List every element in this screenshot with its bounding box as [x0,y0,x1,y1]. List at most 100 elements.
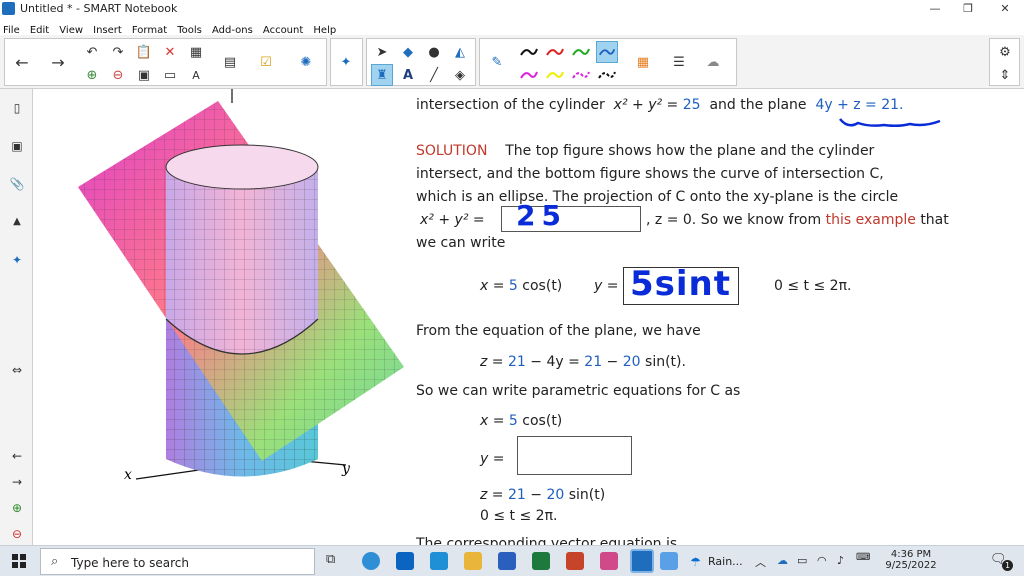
add-page-side-icon[interactable]: ⊕ [8,499,26,517]
pen-yellow-icon[interactable] [544,64,566,86]
lesson-activity-icon[interactable]: ✦ [335,51,357,73]
smart-notebook-taskbar-icon[interactable] [630,549,654,573]
excel-icon[interactable] [532,552,550,570]
clock-time: 4:36 PM [890,549,932,560]
example-link[interactable]: this example [826,212,916,228]
search-icon: ⌕ [51,554,59,569]
delete-icon[interactable]: ✕ [159,41,181,63]
windows-taskbar: ⌕ Type here to search ⧉ ☂ Rain... ︿ ☁ ▭ … [0,545,1024,576]
fill-effects-icon[interactable]: ☁ [702,51,724,73]
app-icon-pink[interactable] [600,552,618,570]
table-icon[interactable]: ▦ [185,41,207,63]
keyboard-icon[interactable]: ⌨ [856,552,870,563]
paint-bucket-icon[interactable]: ◭ [449,41,471,63]
toolbar-group-pens: ✎ ▦ ☰ ☁ [479,38,737,86]
wifi-icon[interactable]: ◠ [817,554,827,567]
forward-arrow-icon[interactable]: → [47,51,69,73]
handwritten-answer-2: 5sint [630,264,732,304]
network-icon[interactable]: ▭ [797,554,807,567]
paragraph-line-4: , z = 0. So we know from this example th… [646,212,949,228]
screen-shade-icon[interactable]: ▭ [159,64,181,86]
paragraph-line-1: SOLUTION The top figure shows how the pl… [416,143,875,159]
param-y-label: y = [480,451,505,467]
settings-gear-icon[interactable]: ⚙ [994,41,1016,63]
line-style-icon[interactable]: ☰ [668,51,690,73]
weather-text[interactable]: Rain... [708,555,743,568]
pen-tool-icon[interactable]: ✎ [486,51,508,73]
redo-icon[interactable]: ↷ [107,41,129,63]
next-page-icon[interactable]: → [8,473,26,491]
paragraph-line-7: So we can write parametric equations for… [416,383,741,399]
document-camera-icon[interactable]: ▤ [219,51,241,73]
delete-page-side-icon[interactable]: ⊖ [8,525,26,543]
window-title: Untitled * - SMART Notebook [20,2,178,15]
delete-page-icon[interactable]: ⊖ [107,64,129,86]
addons-tab-icon[interactable]: ✦ [8,251,26,269]
solution-label: SOLUTION [416,143,488,159]
z-equation: z = 21 − 4y = 21 − 20 sin(t). [480,354,686,370]
handwritten-underline [839,118,941,128]
app-icon-blue[interactable] [660,552,678,570]
show-hidden-icons[interactable]: ︿ [755,554,766,570]
eraser-icon[interactable]: ◈ [449,64,471,86]
paste-icon[interactable]: 📋 [133,41,155,63]
activity-builder-icon[interactable]: ☑ [255,51,277,73]
weather-icon[interactable]: ☂ [690,555,701,569]
back-arrow-icon[interactable]: ← [11,51,33,73]
edge-browser-icon[interactable] [362,552,380,570]
save-icon[interactable]: ▣ [133,64,155,86]
properties-icon[interactable]: ▲ [8,213,26,231]
y-axis-label: y [341,461,351,477]
pen-dashed-black-icon[interactable] [596,64,618,86]
pen-magenta-icon[interactable] [518,64,540,86]
side-tabs: ▯ ▣ 📎 ▲ ✦ ⇔ ← → ⊕ ⊖ [0,89,33,545]
attachments-icon[interactable]: 📎 [8,175,26,193]
powerpoint-icon[interactable] [566,552,584,570]
page-sorter-icon[interactable]: ▯ [8,99,26,117]
shapes-icon[interactable]: ◆ [397,41,419,63]
store-icon[interactable] [430,552,448,570]
text-format-icon[interactable]: A [185,64,207,86]
move-toolbar-icon[interactable]: ⇕ [994,64,1016,86]
task-view-icon[interactable]: ⧉ [326,552,344,570]
pen-dashed-magenta-icon[interactable] [570,64,592,86]
y-param-label: y = [594,278,619,294]
x-axis-label: x [124,467,132,483]
undo-icon[interactable]: ↶ [81,41,103,63]
text-tool-icon[interactable]: A [397,64,419,86]
onedrive-icon[interactable]: ☁ [777,554,788,567]
color-palette-icon[interactable]: ▦ [632,51,654,73]
pen-red-icon[interactable] [544,41,566,63]
windows-start-icon[interactable] [12,554,26,568]
addons-gear-icon[interactable]: ✺ [295,51,317,73]
fill-icon[interactable]: ● [423,41,445,63]
menu-bar: File Edit View Insert Format Tools Add-o… [0,18,1024,36]
outlook-icon[interactable] [396,552,414,570]
taskbar-search-box[interactable]: ⌕ Type here to search [40,548,315,575]
move-sidebar-icon[interactable]: ⇔ [8,361,26,379]
paragraph-line-3: which is an ellipse. The projection of C… [416,189,899,205]
pen-blue-icon[interactable] [596,41,618,63]
previous-page-icon[interactable]: ← [8,447,26,465]
add-page-icon[interactable]: ⊕ [81,64,103,86]
toolbar-group-lab: ✦ [330,38,363,86]
gallery-icon[interactable]: ▣ [8,137,26,155]
toolbar-group-main: ← → ↶ ↷ 📋 ✕ ▦ ⊕ ⊖ ▣ ▭ A ▤ ☑ ✺ [4,38,327,86]
circle-equation: x² + y² = [420,212,485,228]
answer-box-3[interactable] [517,436,632,475]
pen-black-icon[interactable] [518,41,540,63]
select-pointer-icon[interactable]: ➤ [371,41,393,63]
pen-green-icon[interactable] [570,41,592,63]
file-explorer-icon[interactable] [464,552,482,570]
minimize-button[interactable]: — [918,0,952,18]
paragraph-line-6: From the equation of the plane, we have [416,323,701,339]
word-icon[interactable] [498,552,516,570]
clock[interactable]: 4:36 PM 9/25/2022 [878,549,944,571]
line-tool-icon[interactable]: ╱ [423,64,445,86]
notification-count: 1 [1002,560,1013,571]
notebook-page[interactable]: x y intersection of the cylinder x² + y²… [34,89,1024,545]
close-button[interactable]: ✕ [988,0,1022,18]
measurement-tools-icon[interactable]: ♜ [371,64,393,86]
restore-button[interactable]: ❐ [951,0,985,18]
volume-icon[interactable]: ♪ [837,554,844,567]
